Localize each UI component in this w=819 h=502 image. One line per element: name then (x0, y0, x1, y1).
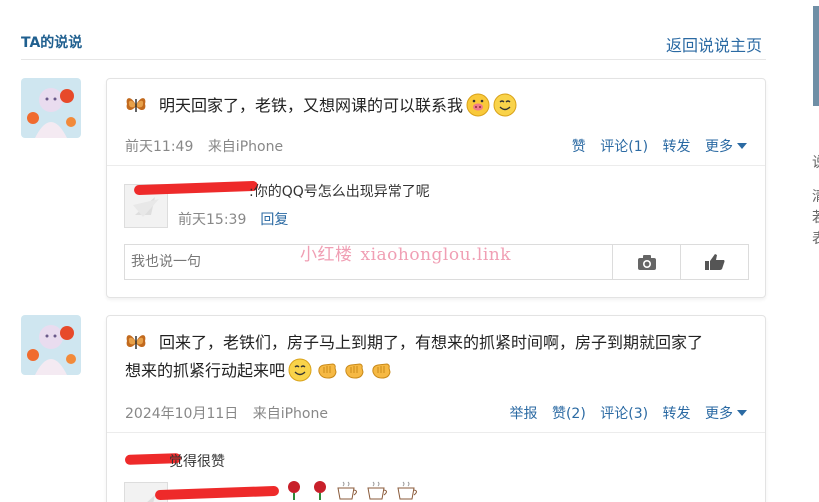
smile-emoji-icon (288, 358, 312, 382)
smile-emoji-icon (493, 93, 517, 117)
post-time: 前天11:49 (125, 139, 194, 155)
caret-down-icon (737, 410, 747, 416)
header-divider (21, 59, 766, 60)
comment-text: 觉得很赞 (169, 454, 225, 470)
coffee-emoji-icon (337, 481, 357, 500)
post-time: 2024年10月11日 (125, 406, 239, 422)
watermark-url: xiaohonglou.link (360, 245, 512, 265)
post-text: 明天回家了，老铁，又想网课的可以联系我 (159, 96, 464, 115)
coffee-emoji-icon (397, 481, 417, 500)
post-card: 明天回家了，老铁，又想网课的可以联系我 前天11:49 来自iPhone 赞 评… (106, 78, 766, 298)
post-source: 来自iPhone (252, 406, 328, 422)
like-button[interactable]: 赞 (572, 139, 586, 155)
like-button[interactable]: 赞(2) (552, 406, 586, 422)
watermark-cn: 小红楼 (300, 245, 353, 265)
redaction-mark (133, 180, 259, 196)
fist-emoji-icon (318, 363, 337, 379)
rose-emoji-icon (314, 481, 326, 500)
divider (107, 165, 765, 166)
avatar[interactable] (21, 78, 81, 138)
comment-button[interactable]: 评论(1) (600, 139, 648, 155)
sidebar-text-fragment: 清 (812, 186, 819, 206)
comment-time: 前天15:39 (178, 212, 247, 228)
coffee-emoji-icon (367, 481, 387, 500)
more-button[interactable]: 更多 (705, 139, 747, 155)
butterfly-icon (126, 335, 146, 349)
comment-button[interactable]: 评论(3) (600, 406, 648, 422)
sidebar-text-fragment: 表 (812, 228, 819, 248)
redaction-mark (154, 485, 280, 501)
sidebar-text-fragment: 若 (812, 207, 819, 227)
avatar[interactable] (21, 315, 81, 375)
post-card: 回来了，老铁们，房子马上到期了，有想来的抓紧时间啊，房子到期就回家了 想来的抓紧… (106, 315, 766, 502)
caret-down-icon (737, 143, 747, 149)
back-to-home-link[interactable]: 返回说说主页 (666, 32, 762, 56)
more-label: 更多 (705, 139, 733, 155)
share-button[interactable]: 转发 (663, 406, 691, 422)
post-source: 来自iPhone (207, 139, 284, 155)
camera-icon (637, 254, 656, 270)
thumb-icon (704, 254, 724, 270)
photo-button[interactable] (612, 245, 680, 279)
thumb-button[interactable] (680, 245, 748, 279)
more-label: 更多 (705, 406, 733, 422)
fist-emoji-icon (372, 363, 391, 379)
reply-button[interactable]: 回复 (260, 212, 288, 228)
comment-text: :你的QQ号怎么出现异常了呢 (249, 184, 430, 200)
comment-emoji-row (283, 479, 421, 501)
sidebar-text-fragment: 说 (812, 152, 819, 172)
post-text-line2: 想来的抓紧行动起来吧 (125, 361, 286, 380)
butterfly-icon (126, 98, 146, 112)
more-button[interactable]: 更多 (705, 406, 747, 422)
fist-emoji-icon (345, 363, 364, 379)
page-title: TA的说说 (21, 35, 83, 51)
share-button[interactable]: 转发 (663, 139, 691, 155)
post-text-line1: 回来了，老铁们，房子马上到期了，有想来的抓紧时间啊，房子到期就回家了 (159, 333, 704, 352)
report-button[interactable]: 举报 (510, 406, 538, 422)
divider (107, 432, 765, 433)
sidebar-image-edge (813, 6, 819, 106)
rose-emoji-icon (288, 481, 300, 500)
watermark: 小红楼 xiaohonglou.link (300, 240, 511, 265)
pig-emoji-icon (466, 93, 490, 117)
